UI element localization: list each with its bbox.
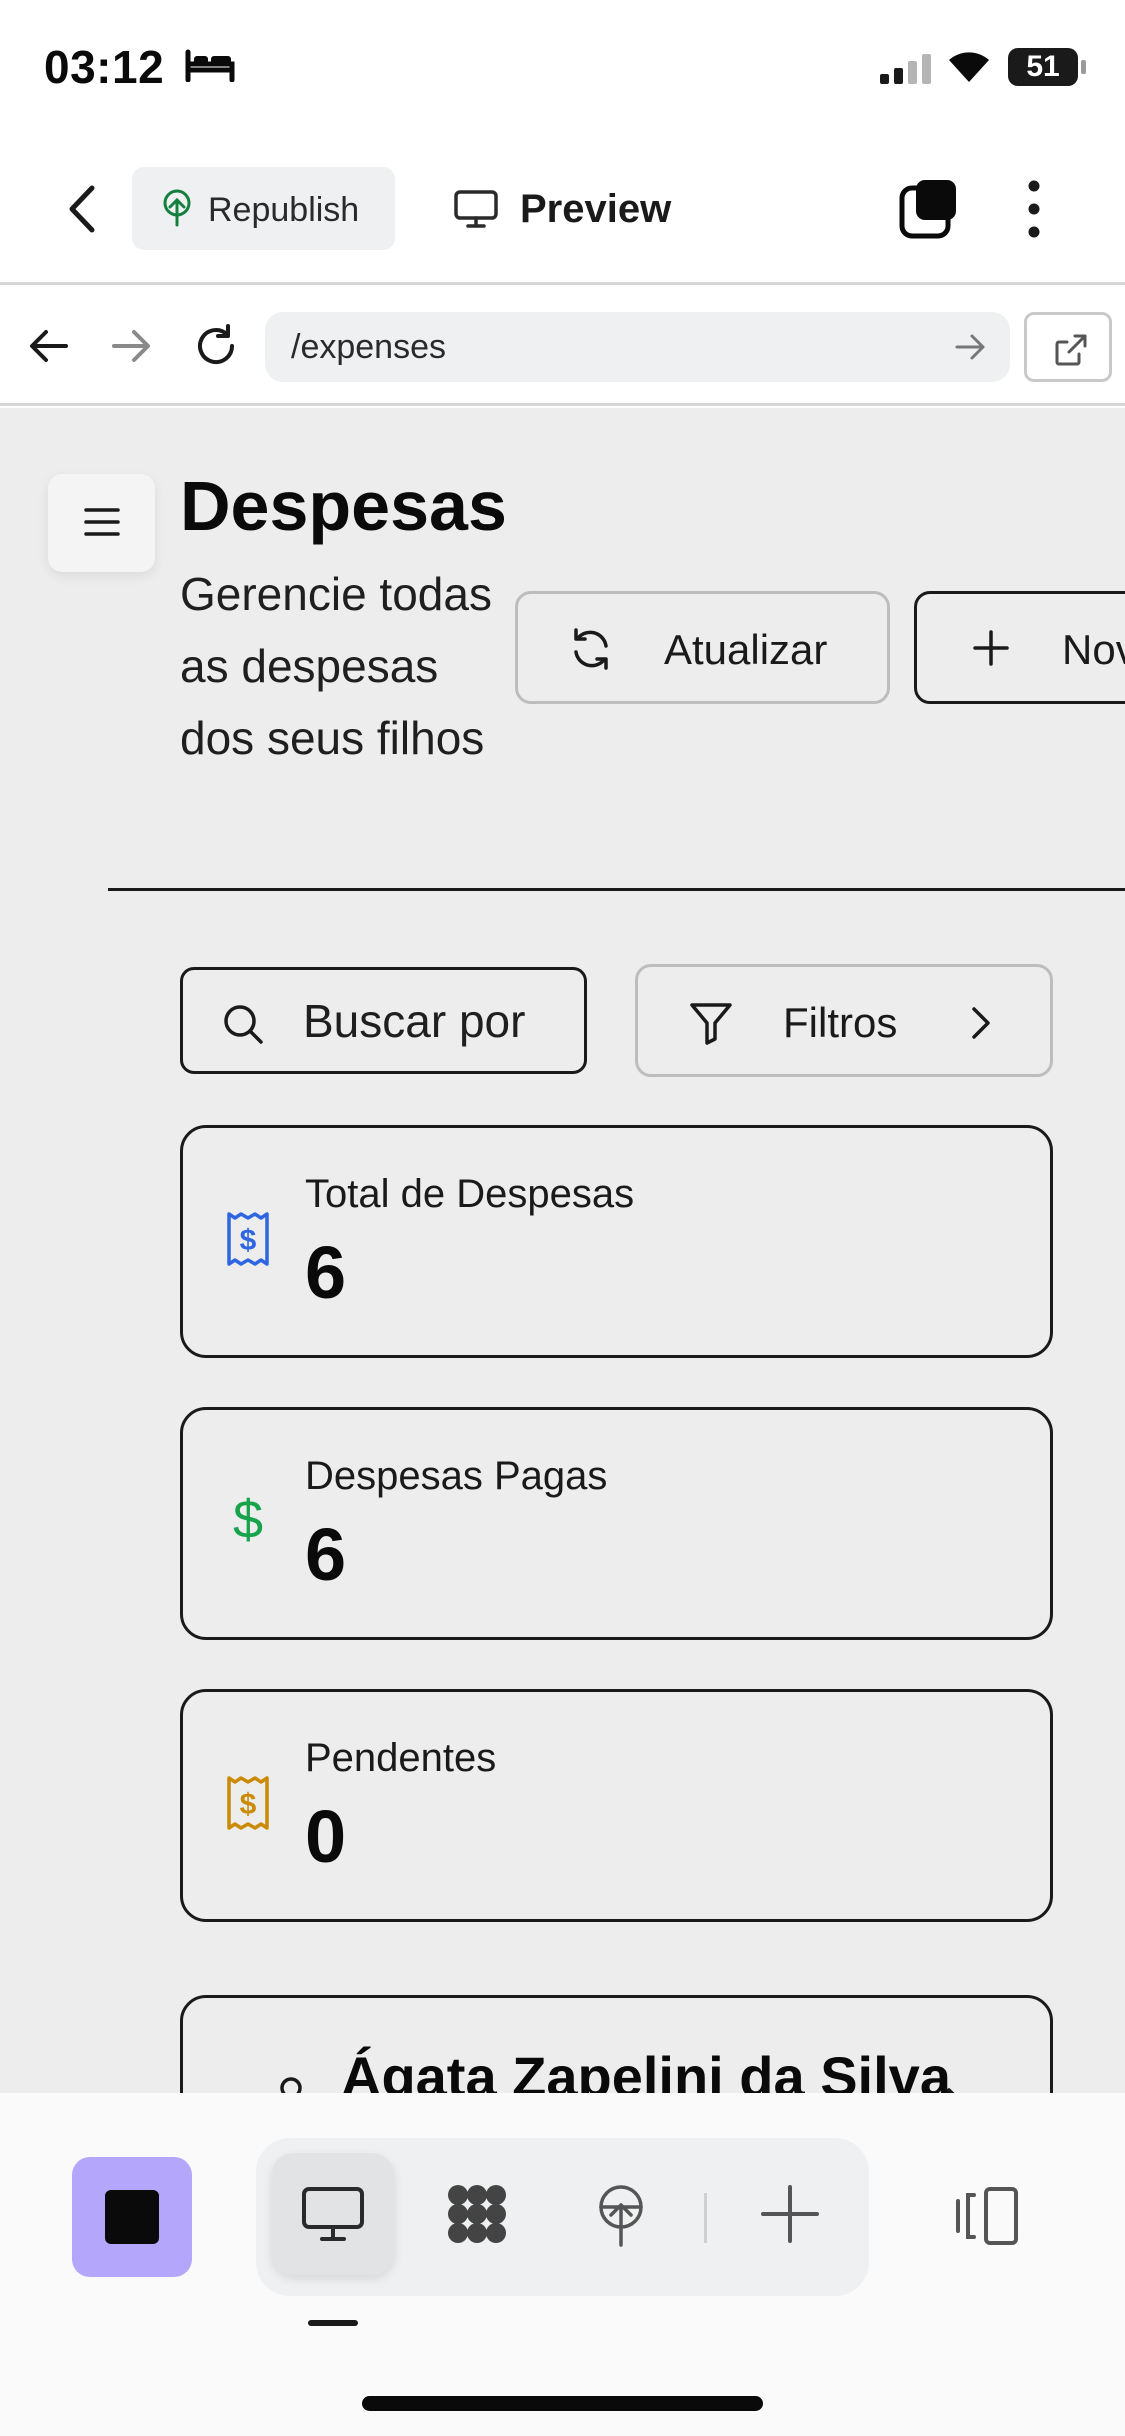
republish-button[interactable]: Republish xyxy=(132,167,395,250)
new-expense-label: Nov xyxy=(1062,626,1125,673)
page-subtitle: Gerencie todas as despesas dos seus filh… xyxy=(180,568,492,764)
stop-button[interactable] xyxy=(72,2157,192,2277)
stat-value: 6 xyxy=(305,1231,347,1314)
home-indicator[interactable] xyxy=(362,2396,763,2411)
open-external-button[interactable] xyxy=(1024,312,1112,382)
plus-icon xyxy=(761,2185,819,2243)
svg-text:$: $ xyxy=(240,1224,257,1257)
dock-separator xyxy=(704,2193,707,2243)
preview-label: Preview xyxy=(520,187,672,231)
address-bar xyxy=(0,288,1125,406)
bottom-dock xyxy=(0,2093,1125,2436)
browser-back-icon[interactable] xyxy=(28,326,70,366)
receipt-icon: $ xyxy=(225,1774,271,1832)
stat-card-paid: $ Despesas Pagas 6 xyxy=(180,1407,1053,1640)
sidebar-toggle-button[interactable] xyxy=(48,474,155,572)
status-bar: 03:12 51 xyxy=(0,0,1125,140)
stat-value: 6 xyxy=(305,1513,347,1596)
wifi-icon xyxy=(945,48,993,84)
stat-label: Despesas Pagas xyxy=(305,1454,608,1498)
page-content: Despesas Gerencie todas as despesas dos … xyxy=(0,408,1125,2093)
stat-value: 0 xyxy=(305,1795,347,1878)
search-icon xyxy=(224,1005,263,1044)
external-link-icon xyxy=(1055,334,1087,366)
stat-card-pending: $ Pendentes 0 xyxy=(180,1689,1053,1922)
more-options-icon[interactable] xyxy=(1024,178,1044,240)
status-time: 03:12 xyxy=(44,41,165,93)
child-card[interactable]: Ágata Zapelini da Silva xyxy=(180,1995,1053,2093)
filters-label: Filtros xyxy=(783,999,898,1046)
battery-level: 51 xyxy=(1026,50,1060,83)
search-input[interactable] xyxy=(303,970,583,1071)
child-name: Ágata Zapelini da Silva xyxy=(341,2045,951,2093)
republish-icon xyxy=(160,189,194,227)
receipt-icon: $ xyxy=(225,1210,271,1268)
layout-toggle-icon[interactable] xyxy=(950,2185,1022,2247)
filters-button[interactable]: Filtros xyxy=(635,964,1053,1077)
publish-icon xyxy=(599,2185,643,2247)
app-toolbar: Republish Preview xyxy=(0,140,1125,285)
stat-card-total: $ Total de Despesas 6 xyxy=(180,1125,1053,1358)
stat-label: Total de Despesas xyxy=(305,1172,635,1216)
user-icon xyxy=(271,2074,311,2093)
hamburger-icon xyxy=(84,508,120,536)
browser-forward-icon[interactable] xyxy=(110,326,152,366)
battery-icon: 51 xyxy=(1008,48,1086,86)
back-icon[interactable] xyxy=(62,182,102,236)
dock-tool-group xyxy=(256,2138,869,2296)
republish-label: Republish xyxy=(208,191,360,229)
preview-button[interactable]: Preview xyxy=(448,167,688,250)
refresh-label: Atualizar xyxy=(664,626,828,673)
new-expense-button[interactable]: Nov xyxy=(914,591,1125,704)
chevron-right-icon xyxy=(968,1005,992,1041)
cellular-signal-icon xyxy=(880,52,932,86)
workspace-icon xyxy=(448,2185,506,2243)
plus-icon xyxy=(973,630,1009,666)
dollar-icon: $ xyxy=(225,1492,271,1550)
refresh-button[interactable]: Atualizar xyxy=(515,591,890,704)
workspace-tool-button[interactable] xyxy=(416,2153,538,2275)
reload-icon[interactable] xyxy=(192,322,240,370)
chevron-right-icon xyxy=(943,2086,967,2093)
url-field[interactable] xyxy=(265,312,1010,382)
preview-tool-button[interactable] xyxy=(272,2153,394,2275)
svg-text:$: $ xyxy=(240,1788,257,1821)
stat-label: Pendentes xyxy=(305,1736,497,1780)
refresh-icon xyxy=(574,628,608,670)
publish-tool-button[interactable] xyxy=(560,2153,682,2275)
filter-icon xyxy=(688,1001,734,1045)
page-title: Despesas xyxy=(180,467,507,545)
svg-text:$: $ xyxy=(233,1492,263,1550)
add-tool-button[interactable] xyxy=(729,2153,851,2275)
sleep-focus-icon xyxy=(184,48,236,82)
tabs-icon[interactable] xyxy=(898,178,958,240)
monitor-icon xyxy=(302,2187,364,2241)
header-divider xyxy=(108,888,1125,891)
monitor-icon xyxy=(453,189,499,229)
search-field[interactable] xyxy=(180,967,587,1074)
active-tool-indicator xyxy=(308,2320,358,2326)
go-arrow-icon[interactable] xyxy=(955,332,987,362)
